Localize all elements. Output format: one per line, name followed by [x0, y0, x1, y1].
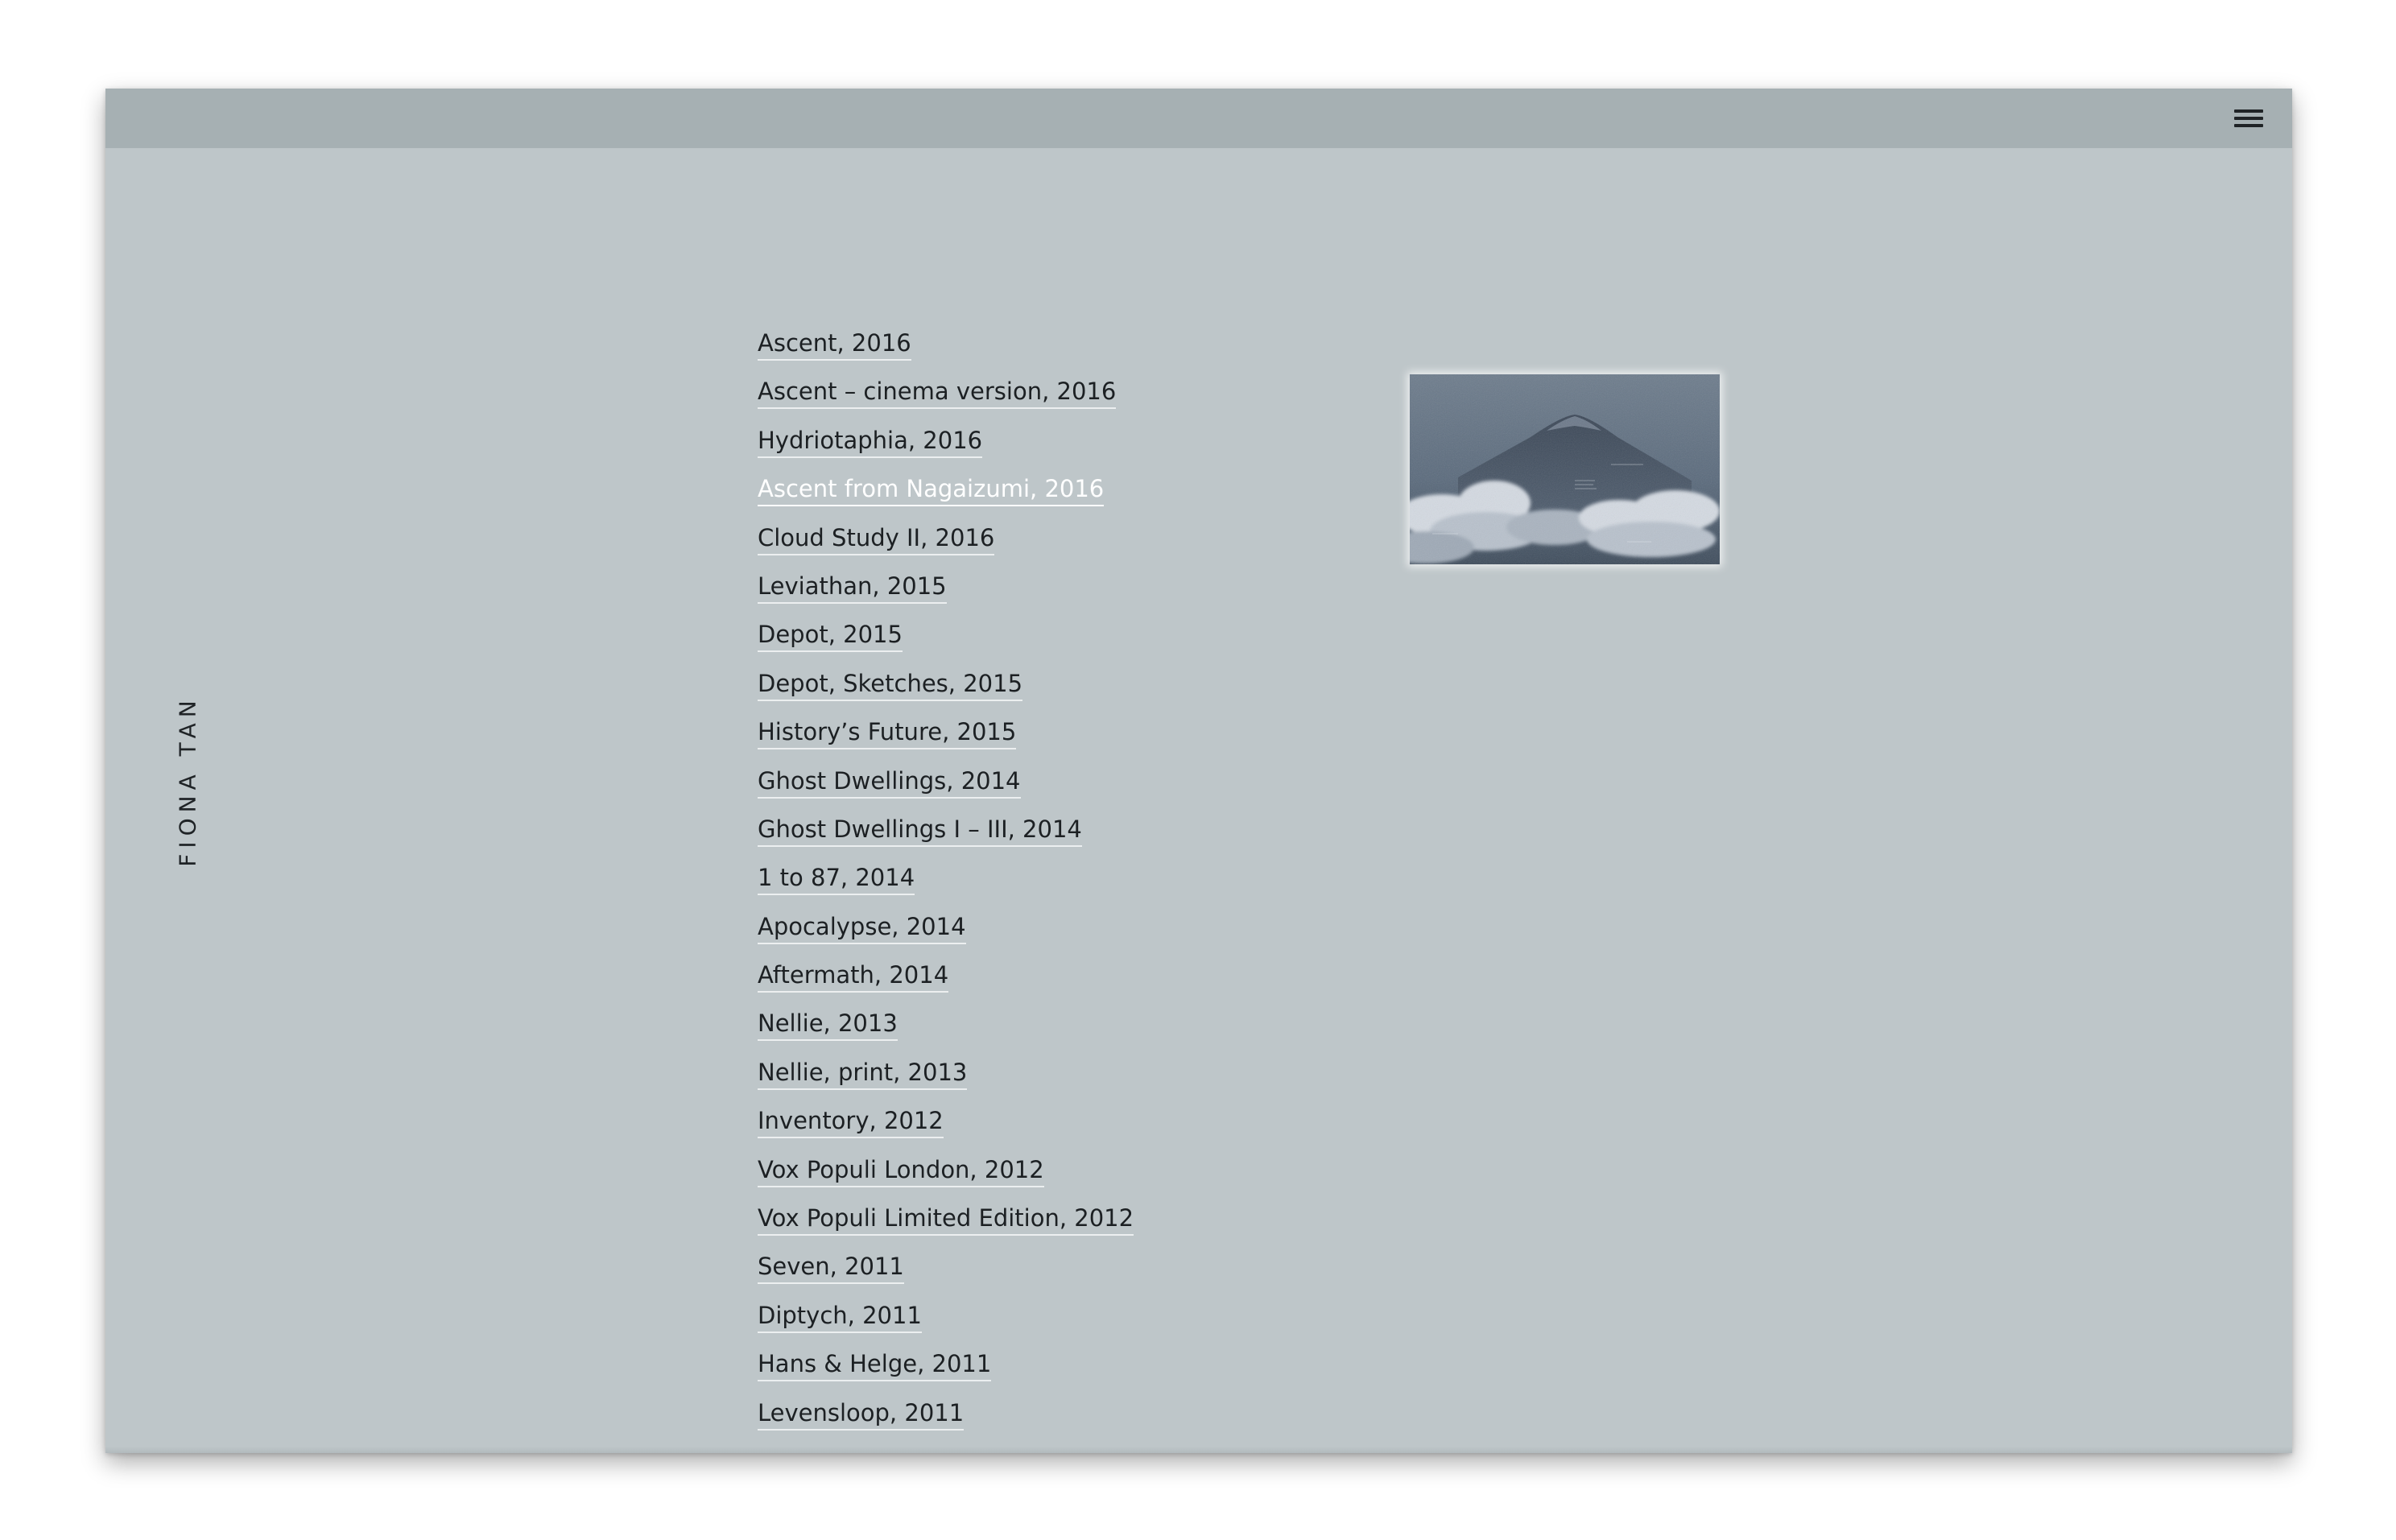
list-item: Ghost Dwellings I – III, 2014	[758, 805, 1134, 853]
work-link[interactable]: Depot, 2015	[758, 621, 903, 653]
work-link[interactable]: Vox Populi London, 2012	[758, 1155, 1044, 1187]
hamburger-menu-icon[interactable]	[2234, 107, 2263, 130]
list-item: Vox Populi Limited Edition, 2012	[758, 1194, 1134, 1242]
work-link[interactable]: Nellie, print, 2013	[758, 1058, 968, 1090]
list-item: Ascent, 2016	[758, 319, 1134, 367]
list-item: Ascent from Nagaizumi, 2016	[758, 464, 1134, 513]
work-link[interactable]: Ascent from Nagaizumi, 2016	[758, 475, 1105, 507]
work-link[interactable]: Leviathan, 2015	[758, 572, 947, 604]
work-link[interactable]: 1 to 87, 2014	[758, 864, 915, 896]
menu-line	[2234, 109, 2263, 113]
list-item: History’s Future, 2015	[758, 708, 1134, 756]
list-item: Aftermath, 2014	[758, 951, 1134, 999]
list-item: Cloud Study II, 2016	[758, 514, 1134, 562]
list-item: Leviathan, 2015	[758, 562, 1134, 610]
menu-line	[2234, 117, 2263, 120]
work-link[interactable]: Hydriotaphia, 2016	[758, 426, 983, 458]
work-link[interactable]: Apocalypse, 2014	[758, 912, 966, 944]
list-item: Seven, 2011	[758, 1242, 1134, 1290]
list-item: Depot, Sketches, 2015	[758, 659, 1134, 708]
work-link[interactable]: Nellie, 2013	[758, 1009, 898, 1042]
list-item: Inventory, 2012	[758, 1096, 1134, 1145]
browser-page: FIONA TAN Ascent, 2016 Ascent – cinema ve…	[105, 89, 2292, 1453]
menu-line	[2234, 124, 2263, 127]
work-link[interactable]: Ascent – cinema version, 2016	[758, 378, 1117, 410]
list-item: Ghost Dwellings, 2014	[758, 757, 1134, 805]
list-item: Ascent – cinema version, 2016	[758, 367, 1134, 415]
work-link[interactable]: Inventory, 2012	[758, 1107, 944, 1139]
list-item: Hans & Helge, 2011	[758, 1340, 1134, 1388]
work-preview-image	[1410, 374, 1720, 564]
work-link[interactable]: Ghost Dwellings I – III, 2014	[758, 815, 1082, 847]
works-list: Ascent, 2016 Ascent – cinema version, 201…	[758, 319, 1134, 1437]
list-item: Depot, 2015	[758, 610, 1134, 659]
work-link[interactable]: Ghost Dwellings, 2014	[758, 766, 1021, 799]
work-link[interactable]: History’s Future, 2015	[758, 718, 1017, 750]
work-link[interactable]: Hans & Helge, 2011	[758, 1350, 992, 1382]
list-item: Vox Populi London, 2012	[758, 1146, 1134, 1194]
work-link[interactable]: Diptych, 2011	[758, 1301, 922, 1333]
work-link[interactable]: Seven, 2011	[758, 1253, 904, 1285]
list-item: Diptych, 2011	[758, 1291, 1134, 1340]
artist-name[interactable]: FIONA TAN	[175, 695, 201, 866]
work-link[interactable]: Aftermath, 2014	[758, 961, 949, 993]
list-item: Hydriotaphia, 2016	[758, 416, 1134, 464]
list-item: Nellie, print, 2013	[758, 1048, 1134, 1096]
top-bar	[105, 89, 2292, 148]
list-item: Nellie, 2013	[758, 999, 1134, 1047]
work-link[interactable]: Cloud Study II, 2016	[758, 523, 995, 555]
list-item: Levensloop, 2011	[758, 1389, 1134, 1437]
work-link[interactable]: Vox Populi Limited Edition, 2012	[758, 1204, 1134, 1237]
list-item: 1 to 87, 2014	[758, 853, 1134, 902]
work-link[interactable]: Depot, Sketches, 2015	[758, 669, 1023, 701]
mountain-above-clouds-image	[1410, 374, 1720, 564]
bottom-edge	[105, 1447, 2292, 1453]
work-link[interactable]: Ascent, 2016	[758, 329, 911, 361]
list-item: Apocalypse, 2014	[758, 902, 1134, 951]
work-link[interactable]: Levensloop, 2011	[758, 1398, 965, 1431]
